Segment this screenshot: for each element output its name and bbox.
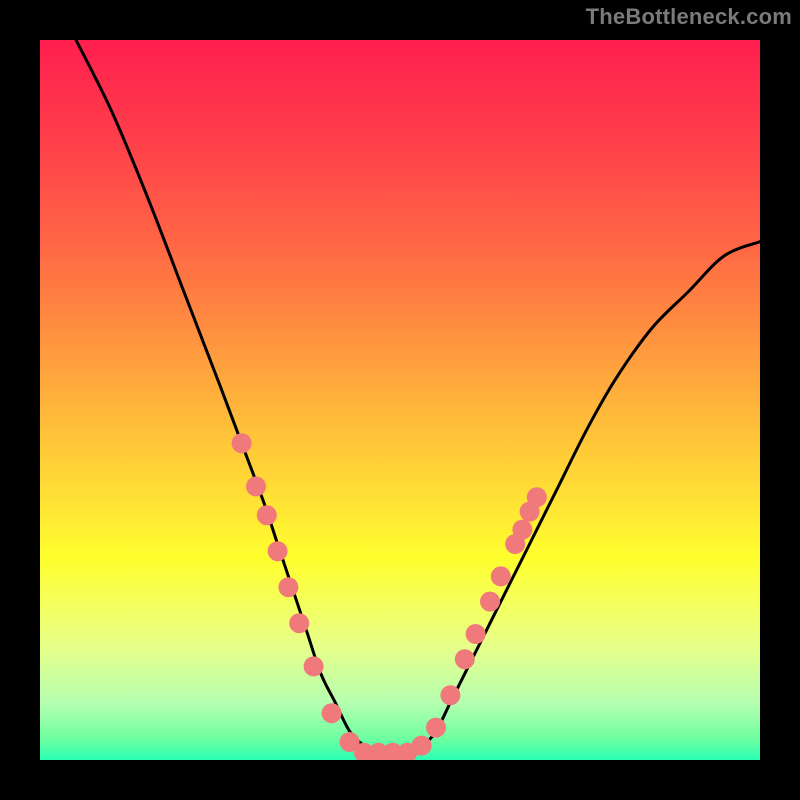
data-marker [232, 433, 252, 453]
data-marker [455, 649, 475, 669]
data-marker [278, 577, 298, 597]
data-marker [268, 541, 288, 561]
data-marker [289, 613, 309, 633]
chart-svg [40, 40, 760, 760]
markers-group [232, 433, 547, 760]
data-marker [426, 718, 446, 738]
plot-area [40, 40, 760, 760]
data-marker [440, 685, 460, 705]
data-marker [257, 505, 277, 525]
data-marker [246, 476, 266, 496]
data-marker [527, 487, 547, 507]
curve-path [76, 40, 760, 754]
data-marker [304, 656, 324, 676]
data-marker [466, 624, 486, 644]
data-marker [512, 520, 532, 540]
data-marker [491, 566, 511, 586]
chart-stage: TheBottleneck.com [0, 0, 800, 800]
data-marker [412, 736, 432, 756]
watermark-text: TheBottleneck.com [586, 4, 792, 30]
data-marker [480, 592, 500, 612]
data-marker [322, 703, 342, 723]
